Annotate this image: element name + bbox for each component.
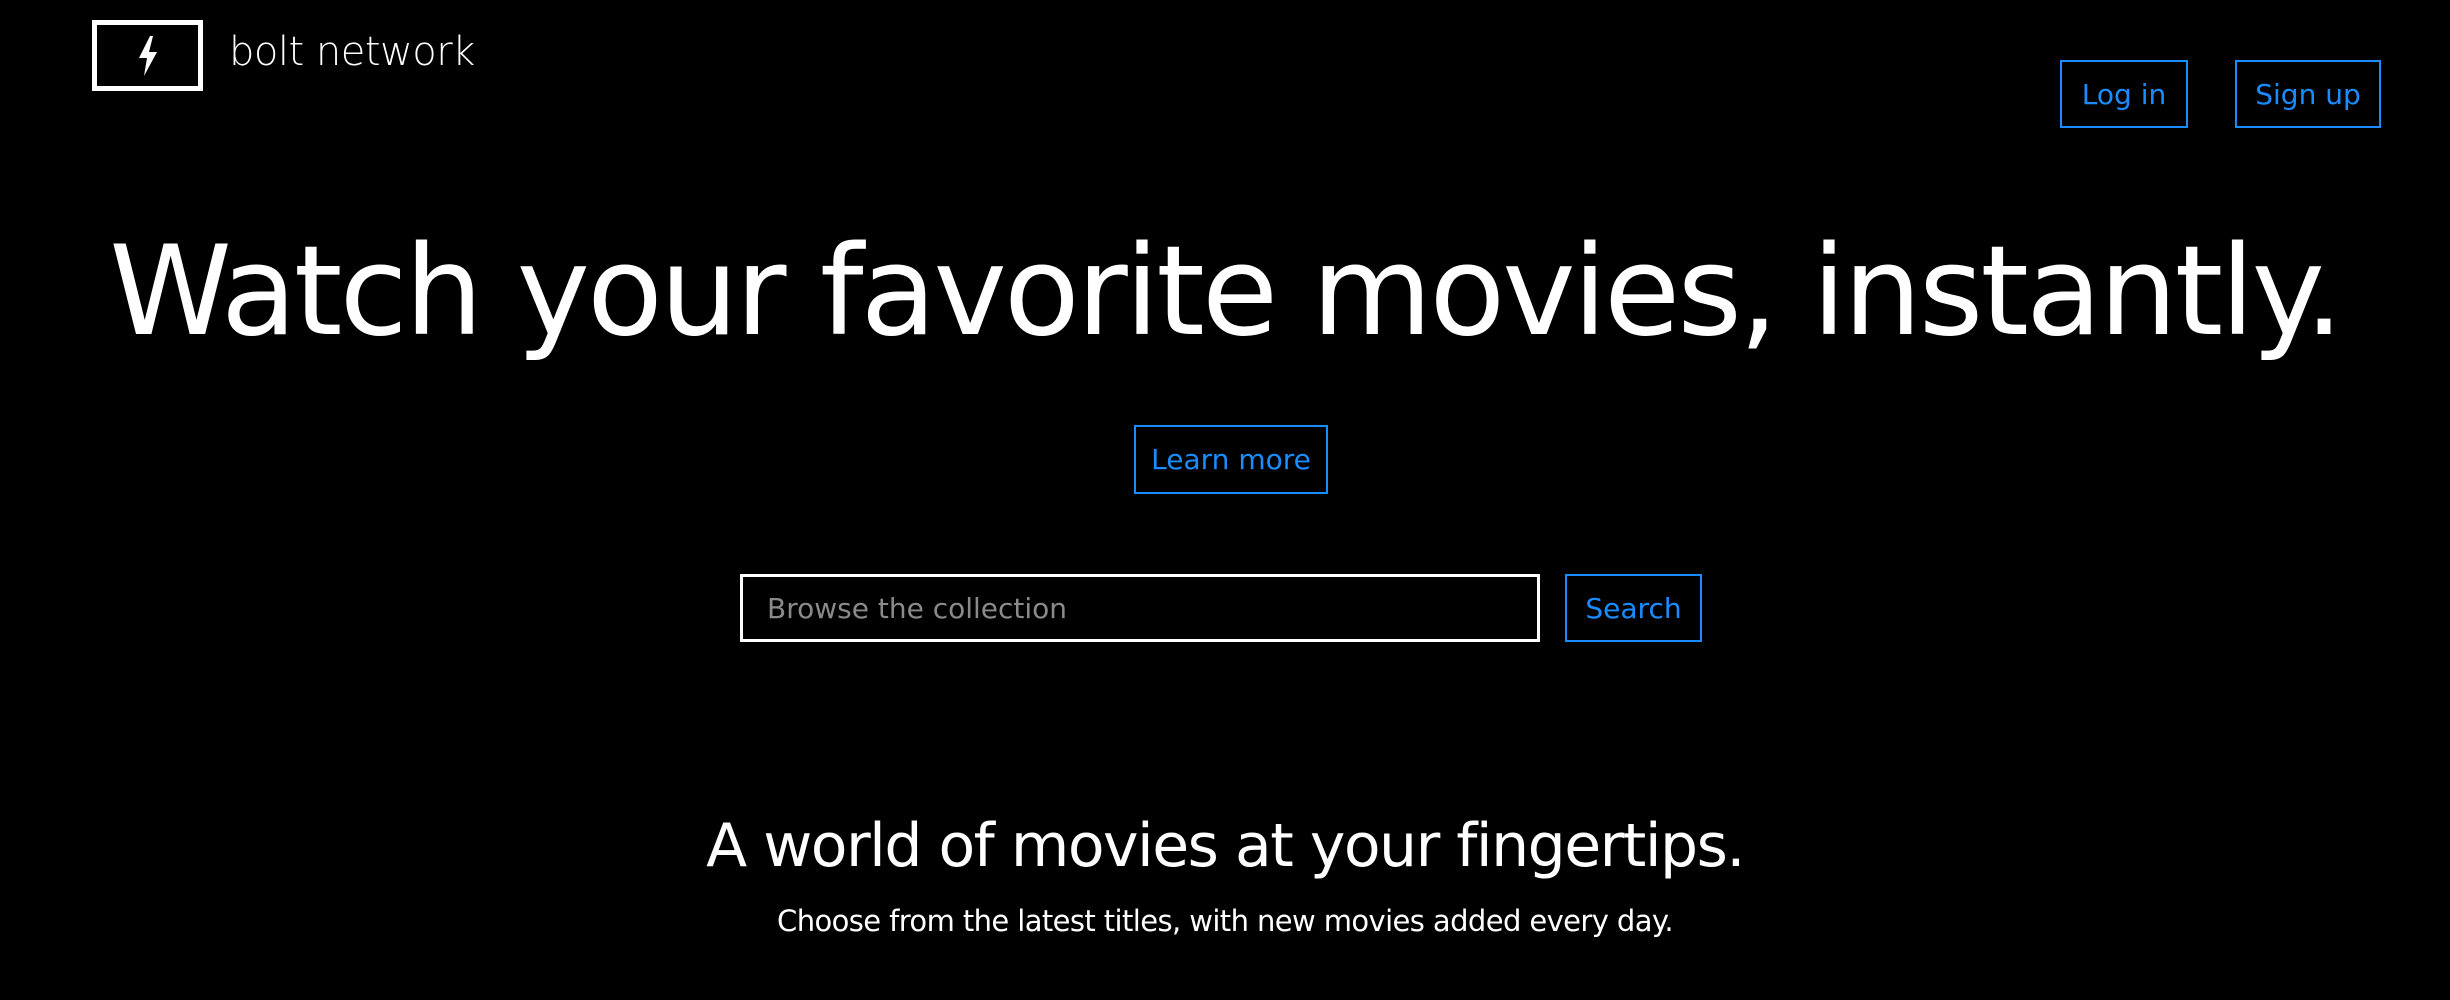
section-subtitle: Choose from the latest titles, with new … xyxy=(777,904,1674,938)
brand-name: bolt network xyxy=(229,28,475,75)
landing-page: bolt network Log in Sign up Watch your f… xyxy=(0,0,2450,1000)
lightning-bolt-icon xyxy=(138,35,157,76)
search-input[interactable] xyxy=(740,574,1540,642)
logo-frame xyxy=(92,20,203,91)
section-title: A world of movies at your fingertips. xyxy=(706,811,1745,881)
hero-title: Watch your favorite movies, instantly. xyxy=(109,220,2344,364)
search-button[interactable]: Search xyxy=(1565,574,1702,642)
learn-more-button[interactable]: Learn more xyxy=(1134,425,1328,494)
brand-logo-link[interactable]: bolt network xyxy=(92,20,475,91)
login-button[interactable]: Log in xyxy=(2060,60,2188,128)
signup-button[interactable]: Sign up xyxy=(2235,60,2381,128)
